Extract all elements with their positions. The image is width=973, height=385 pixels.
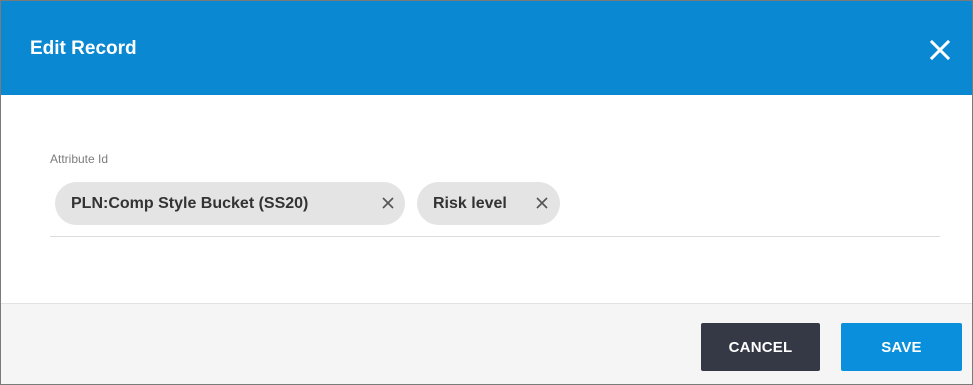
chip-label: Risk level [433,195,507,212]
close-button[interactable] [929,39,951,61]
save-button[interactable]: SAVE [841,323,962,371]
attribute-chip[interactable]: PLN:Comp Style Bucket (SS20) [55,182,405,225]
chip-label: PLN:Comp Style Bucket (SS20) [71,195,309,212]
cancel-button[interactable]: CANCEL [701,323,820,371]
remove-chip-button[interactable] [381,196,395,210]
remove-chip-icon [382,197,394,209]
remove-chip-icon [536,197,548,209]
dialog-footer: CANCEL SAVE [1,303,972,384]
remove-chip-button[interactable] [535,196,549,210]
field-underline [50,236,940,237]
attribute-chip[interactable]: Risk level [417,182,560,225]
close-icon [929,39,951,61]
attribute-id-label: Attribute Id [50,152,109,166]
dialog-header: Edit Record [1,1,972,95]
edit-record-dialog: Edit Record Attribute Id PLN:Comp Style … [0,0,973,385]
dialog-body: Attribute Id PLN:Comp Style Bucket (SS20… [1,95,972,303]
dialog-title: Edit Record [30,38,137,59]
